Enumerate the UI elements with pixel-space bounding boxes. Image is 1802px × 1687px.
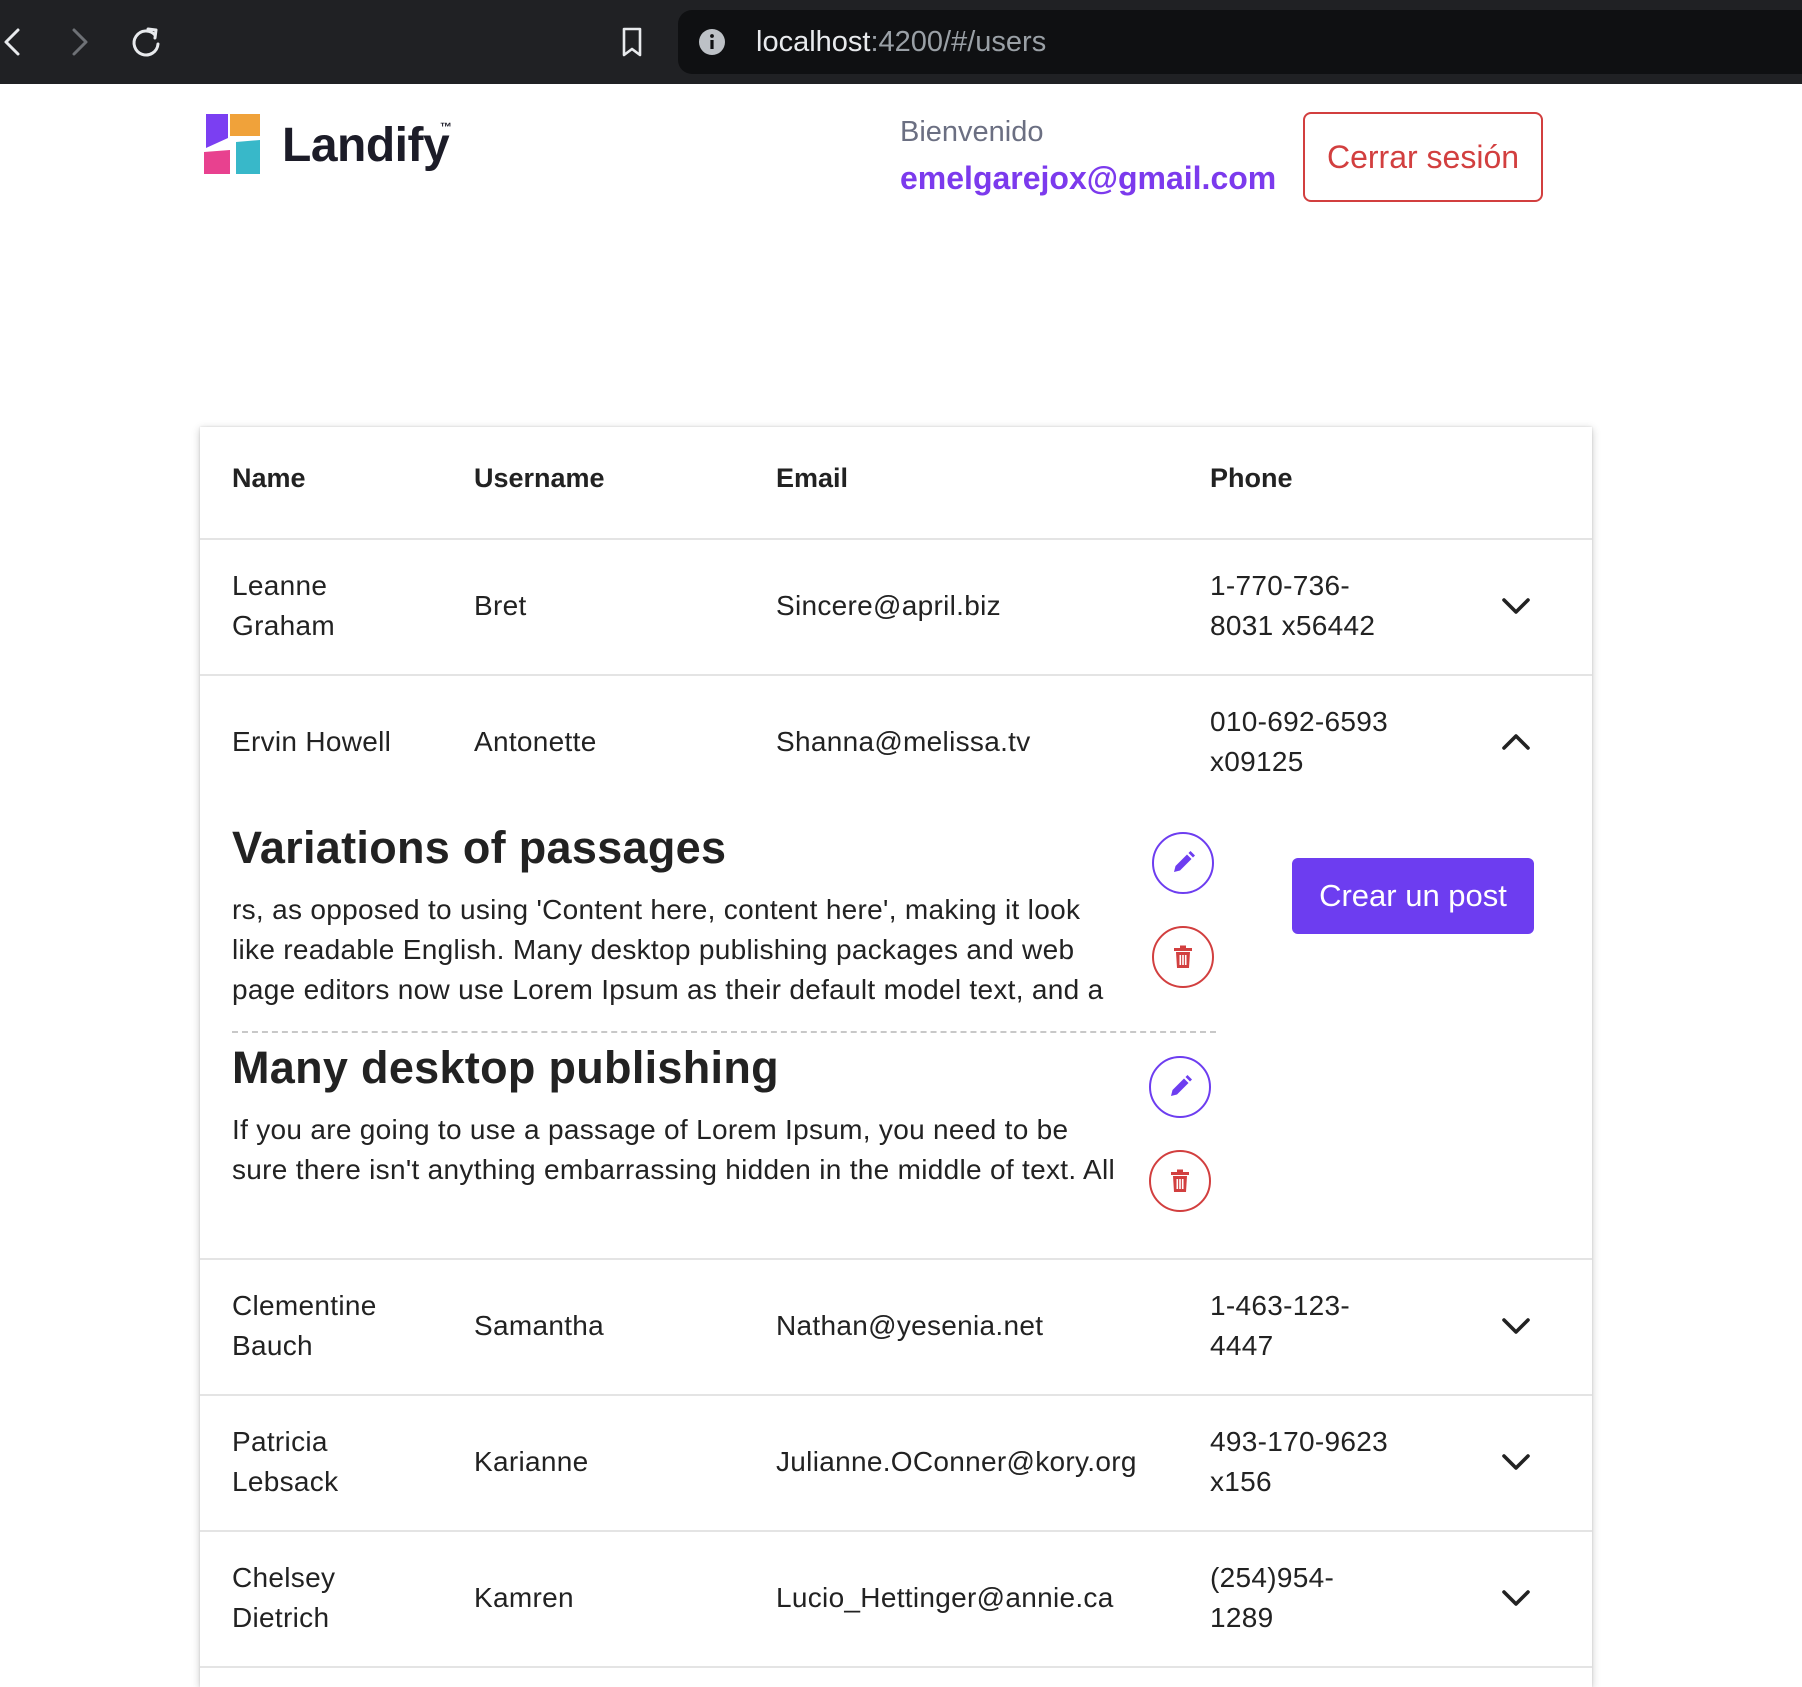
post-item: Variations of passages rs, as opposed to … xyxy=(232,822,1216,1010)
collapse-row-button[interactable] xyxy=(1492,718,1540,766)
cell-name: Leanne Graham xyxy=(232,570,335,641)
cell-name: Patricia Lebsack xyxy=(232,1426,339,1497)
cell-username: Kamren xyxy=(474,1582,574,1613)
cell-username: Samantha xyxy=(474,1310,605,1341)
post-divider xyxy=(232,1031,1216,1033)
forward-button[interactable] xyxy=(56,20,100,64)
cell-email: Shanna@melissa.tv xyxy=(776,726,1031,757)
cell-name: Clementine Bauch xyxy=(232,1290,377,1361)
welcome-label: Bienvenido xyxy=(900,116,1044,148)
column-header-username: Username xyxy=(474,463,605,493)
post-body: rs, as opposed to using 'Content here, c… xyxy=(232,894,1104,1005)
chevron-left-icon xyxy=(4,28,20,56)
expand-row-button[interactable] xyxy=(1492,1438,1540,1486)
cell-username: Antonette xyxy=(474,726,597,757)
url-host: localhost xyxy=(756,26,871,58)
chevron-up-icon xyxy=(1502,734,1530,750)
table-row[interactable]: Ervin Howell Antonette Shanna@melissa.tv 01… xyxy=(200,674,1592,1260)
cell-email: Julianne.OConner@kory.org xyxy=(776,1446,1137,1477)
post-title: Many desktop publishing xyxy=(232,1042,779,1093)
chevron-down-icon xyxy=(1502,1454,1530,1470)
chevron-down-icon xyxy=(1502,1318,1530,1334)
address-bar[interactable]: localhost:4200/#/users xyxy=(678,10,1802,74)
cell-phone: (254)954- 1289 xyxy=(1210,1562,1335,1633)
pencil-icon xyxy=(1171,1075,1192,1096)
column-header-name: Name xyxy=(232,463,306,493)
info-icon xyxy=(699,29,725,55)
user-email: emelgarejox@gmail.com xyxy=(900,160,1277,196)
cell-phone: 1-770-736- 8031 x56442 xyxy=(1210,570,1376,641)
bookmark-icon xyxy=(622,27,642,57)
post-body: If you are going to use a passage of Lor… xyxy=(232,1114,1115,1185)
column-header-email: Email xyxy=(776,463,849,493)
user-posts-panel: Variations of passages rs, as opposed to … xyxy=(200,810,1592,1258)
cell-username: Karianne xyxy=(474,1446,589,1477)
delete-post-button[interactable] xyxy=(1152,926,1214,988)
expand-row-button[interactable] xyxy=(1492,1302,1540,1350)
back-button[interactable] xyxy=(0,20,36,64)
site-info-button[interactable] xyxy=(698,28,726,56)
landify-logo-icon xyxy=(204,114,260,174)
reload-button[interactable] xyxy=(124,20,168,64)
trademark-mark: ™ xyxy=(440,120,452,134)
create-post-button[interactable]: Crear un post xyxy=(1292,858,1534,934)
cell-phone: 010-692-6593 x09125 xyxy=(1210,706,1388,777)
cell-email: Lucio_Hettinger@annie.ca xyxy=(776,1582,1114,1613)
cell-phone: 493-170-9623 x156 xyxy=(1210,1426,1388,1497)
delete-post-button[interactable] xyxy=(1149,1150,1211,1212)
url-path: :4200/#/users xyxy=(870,26,1047,58)
cell-name: Chelsey Dietrich xyxy=(232,1562,336,1633)
bookmark-button[interactable] xyxy=(610,20,654,64)
logout-button[interactable]: Cerrar sesión xyxy=(1303,112,1543,202)
table-row[interactable]: Clementine Bauch Samantha Nathan@yesenia.n… xyxy=(200,1258,1592,1396)
table-row[interactable]: Chelsey Dietrich Kamren Lucio_Hettinger@an… xyxy=(200,1530,1592,1668)
reload-icon xyxy=(132,27,160,57)
cell-email: Nathan@yesenia.net xyxy=(776,1310,1044,1341)
post-item: Many desktop publishing If you are going … xyxy=(232,1042,1216,1190)
trash-icon xyxy=(1174,945,1192,968)
cell-phone: 1-463-123- 4447 xyxy=(1210,1290,1350,1361)
chevron-down-icon xyxy=(1502,1590,1530,1606)
table-row[interactable]: Patricia Lebsack Karianne Julianne.OConner… xyxy=(200,1394,1592,1532)
cell-email: Sincere@april.biz xyxy=(776,590,1001,621)
expand-row-button[interactable] xyxy=(1492,1574,1540,1622)
users-table: Name Username Email Phone Leanne Graham B… xyxy=(200,427,1592,1687)
pencil-icon xyxy=(1174,851,1195,872)
cell-username: Bret xyxy=(474,590,527,621)
brand-name: Landify xyxy=(282,119,450,172)
column-header-phone: Phone xyxy=(1210,463,1293,493)
table-row[interactable]: Leanne Graham Bret Sincere@april.biz 1-770-… xyxy=(200,538,1592,676)
edit-post-button[interactable] xyxy=(1149,1056,1211,1118)
expand-row-button[interactable] xyxy=(1492,582,1540,630)
chevron-down-icon xyxy=(1502,598,1530,614)
trash-icon xyxy=(1171,1169,1189,1192)
url-text: localhost:4200/#/users xyxy=(756,23,1046,61)
browser-toolbar: localhost:4200/#/users xyxy=(0,0,1802,84)
chevron-right-icon xyxy=(72,28,88,56)
edit-post-button[interactable] xyxy=(1152,832,1214,894)
cell-name: Ervin Howell xyxy=(232,726,392,757)
post-title: Variations of passages xyxy=(232,822,727,873)
table-header: Name Username Email Phone xyxy=(200,427,1592,540)
